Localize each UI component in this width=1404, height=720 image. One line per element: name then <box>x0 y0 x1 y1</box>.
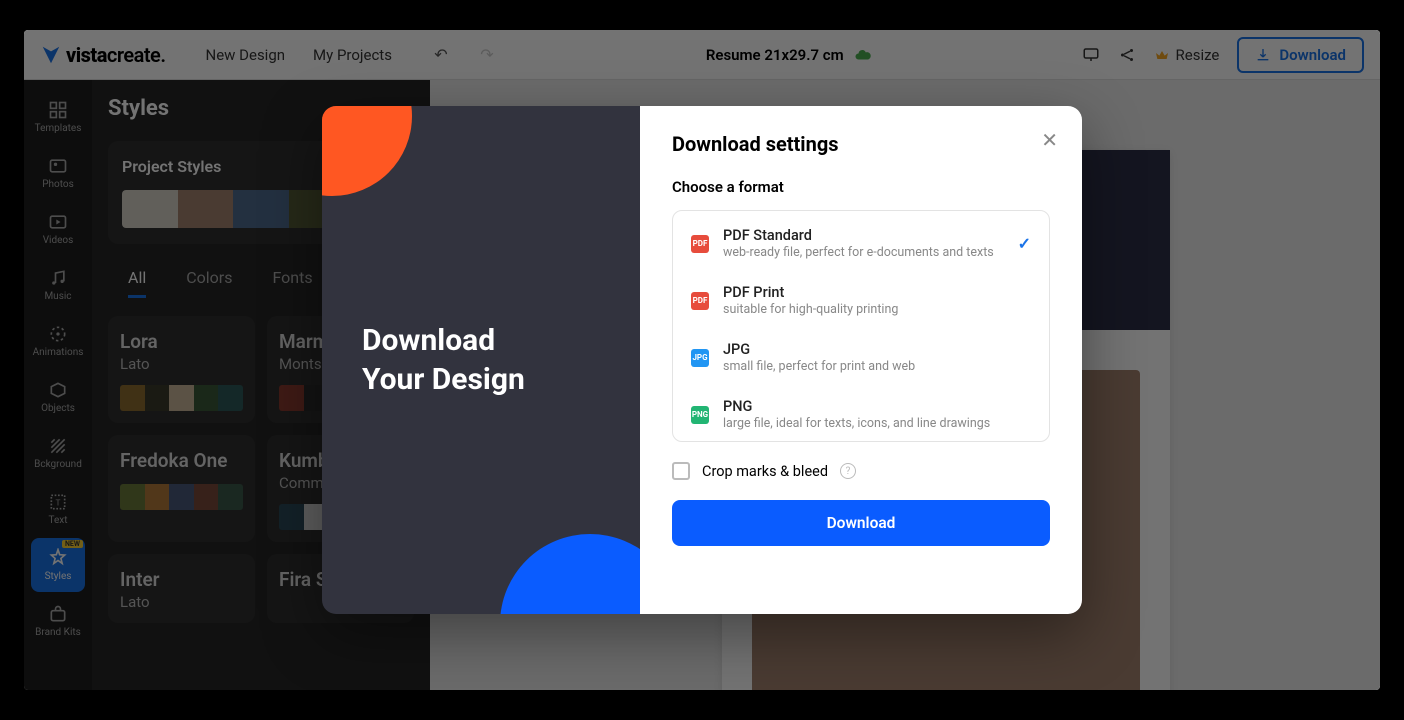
format-option[interactable]: PDFPDF Standardweb-ready file, perfect f… <box>673 215 1049 272</box>
crop-label: Crop marks & bleed <box>702 463 828 480</box>
crop-checkbox[interactable] <box>672 462 690 480</box>
format-option[interactable]: PNGPNGlarge file, ideal for texts, icons… <box>673 386 1049 442</box>
png-icon: PNG <box>691 406 709 424</box>
choose-format-label: Choose a format <box>672 178 1050 196</box>
modal-title: Download settings <box>672 132 1050 156</box>
download-cta-button[interactable]: Download <box>672 500 1050 546</box>
crop-marks-option[interactable]: Crop marks & bleed ? <box>672 462 1050 480</box>
format-list[interactable]: PDFPDF Standardweb-ready file, perfect f… <box>672 210 1050 442</box>
app-frame: vistacreate. New Design My Projects ↶ ↷ … <box>24 30 1380 690</box>
modal-overlay[interactable]: Download Your Design ✕ Download settings… <box>24 30 1380 690</box>
help-icon[interactable]: ? <box>840 463 856 479</box>
modal-right-panel: ✕ Download settings Choose a format PDFP… <box>640 106 1082 614</box>
modal-headline: Download Your Design <box>362 321 600 399</box>
close-icon[interactable]: ✕ <box>1041 128 1058 152</box>
pdf-icon: PDF <box>691 235 709 253</box>
format-option[interactable]: PDFPDF Printsuitable for high-quality pr… <box>673 272 1049 329</box>
download-modal: Download Your Design ✕ Download settings… <box>322 106 1082 614</box>
jpg-icon: JPG <box>691 349 709 367</box>
modal-left-panel: Download Your Design <box>322 106 640 614</box>
check-icon: ✓ <box>1018 234 1031 253</box>
accent-circle-top <box>322 106 412 196</box>
pdf-icon: PDF <box>691 292 709 310</box>
format-option[interactable]: JPGJPGsmall file, perfect for print and … <box>673 329 1049 386</box>
